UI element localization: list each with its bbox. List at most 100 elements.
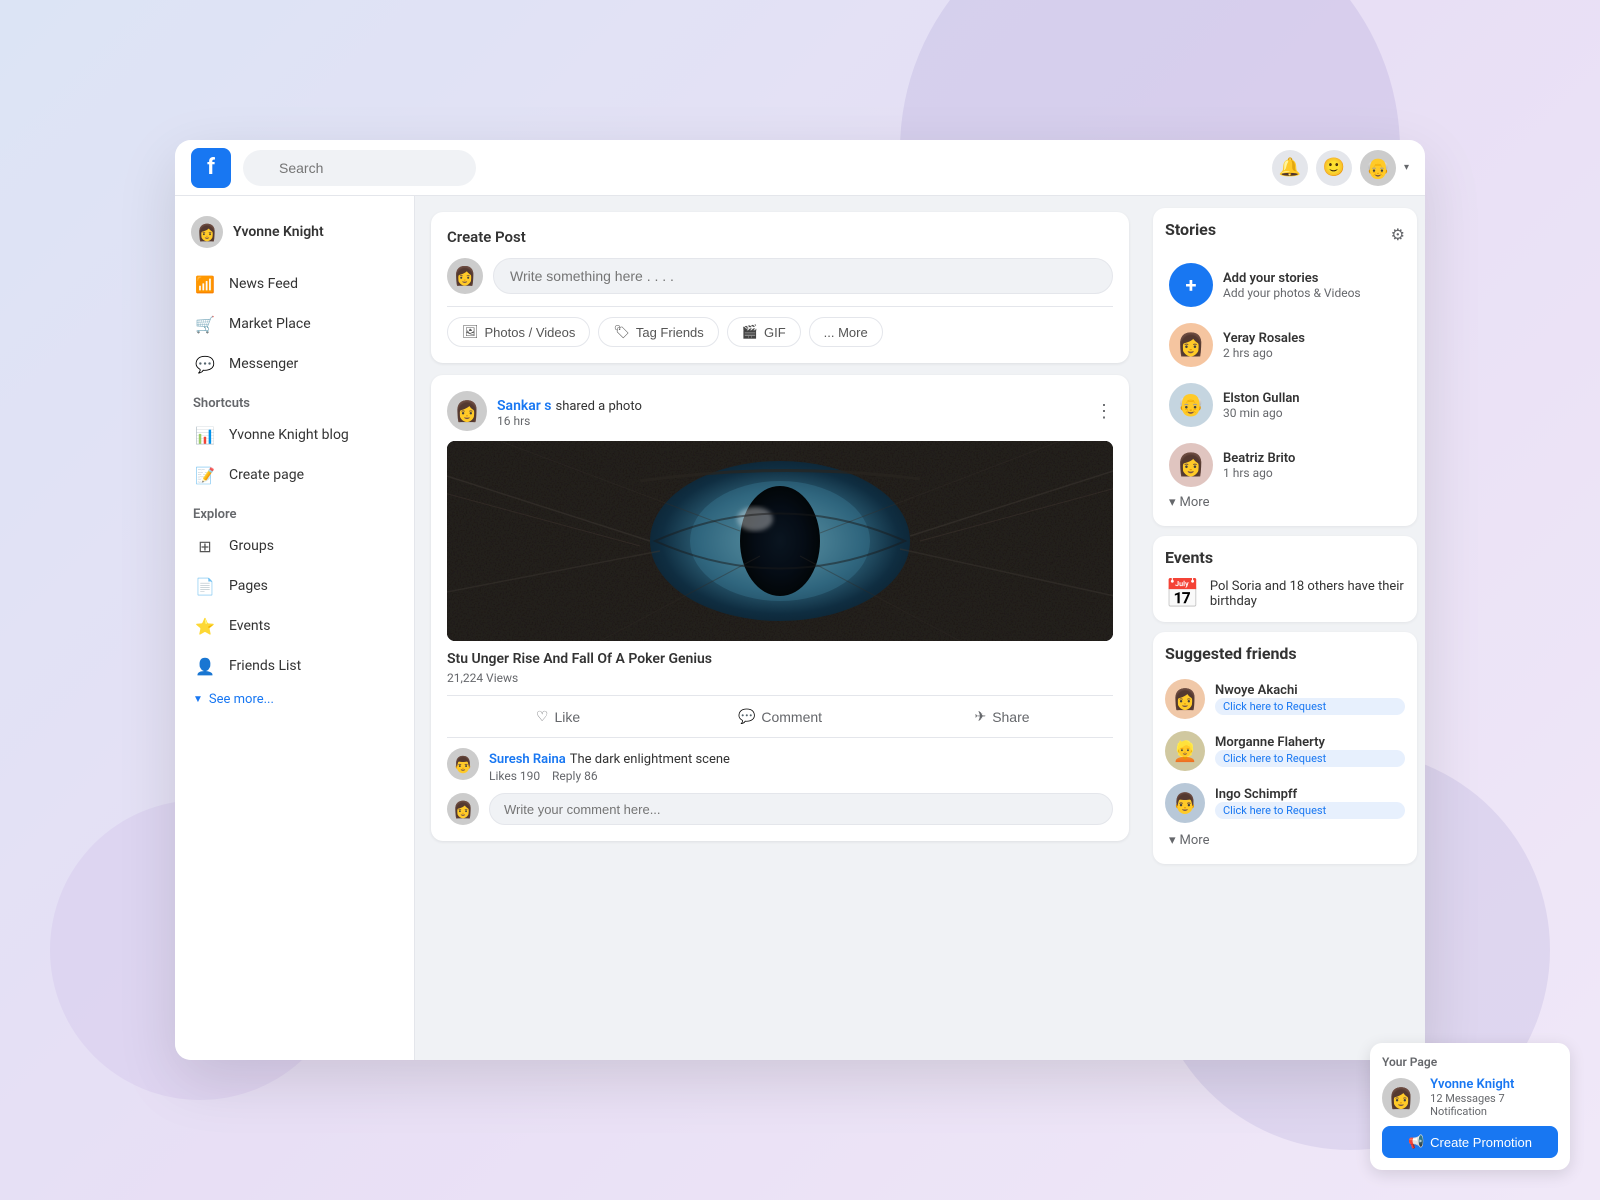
comment-author-avatar: 👨 xyxy=(447,748,479,780)
pages-icon: 📄 xyxy=(193,574,217,598)
stories-more-button[interactable]: ▾ More xyxy=(1165,491,1405,514)
sidebar-profile-avatar: 👩 xyxy=(191,216,223,248)
main-layout: 👩 Yvonne Knight 📶 News Feed 🛒 Market Pla… xyxy=(175,196,1425,1060)
friends-more-label: More xyxy=(1180,833,1210,848)
your-page-avatar: 👩 xyxy=(1382,1078,1420,1118)
story-avatar-1: 👴 xyxy=(1169,383,1213,427)
post-more-button[interactable]: ⋮ xyxy=(1095,401,1113,422)
friend-item-2: 👨 Ingo Schimpff Click here to Request xyxy=(1165,777,1405,829)
post-author-info: Sankar s shared a photo 16 hrs xyxy=(497,395,642,428)
friend-item-0: 👩 Nwoye Akachi Click here to Request xyxy=(1165,673,1405,725)
create-post-input[interactable] xyxy=(493,258,1113,294)
cart-icon: 🛒 xyxy=(193,312,217,336)
friend-name-1: Morganne Flaherty xyxy=(1215,735,1405,750)
search-wrapper: 🔍 xyxy=(243,150,583,186)
comment-likes: Likes 190 xyxy=(489,769,540,783)
app-container: f 🔍 🔔 🙂 👴 ▾ 👩 Yvonne Knight xyxy=(175,140,1425,1060)
stories-widget: Stories ⚙ + Add your stories Add your ph… xyxy=(1153,208,1417,526)
comment-author-name: Suresh Raina xyxy=(489,752,566,767)
gif-icon: 🎬 xyxy=(742,324,758,340)
story-info-2: Beatriz Brito 1 hrs ago xyxy=(1223,451,1295,480)
story-avatar-2: 👩 xyxy=(1169,443,1213,487)
add-story-item[interactable]: + Add your stories Add your photos & Vid… xyxy=(1165,259,1405,311)
sidebar-item-events[interactable]: ⭐ Events xyxy=(183,606,406,646)
story-time-2: 1 hrs ago xyxy=(1223,466,1295,480)
sidebar-label-events: Events xyxy=(229,618,270,634)
sidebar-label-friends-list: Friends List xyxy=(229,658,301,674)
story-item-2[interactable]: 👩 Beatriz Brito 1 hrs ago xyxy=(1165,439,1405,491)
story-time-1: 30 min ago xyxy=(1223,406,1300,420)
sidebar-item-messenger[interactable]: 💬 Messenger xyxy=(183,344,406,384)
sidebar-item-groups[interactable]: ⊞ Groups xyxy=(183,526,406,566)
sidebar-item-pages[interactable]: 📄 Pages xyxy=(183,566,406,606)
post-reactions: ♡ Like 💬 Comment ✈ Share xyxy=(447,695,1113,738)
sidebar-item-news-feed[interactable]: 📶 News Feed xyxy=(183,264,406,304)
post-title: Stu Unger Rise And Fall Of A Poker Geniu… xyxy=(447,651,1113,667)
feed: Create Post 👩 🖼 Photos / Videos 🏷 Tag Fr… xyxy=(415,196,1145,1060)
see-more-button[interactable]: ▼ See more... xyxy=(183,686,406,713)
comment-label: Comment xyxy=(761,709,822,725)
sidebar-label-marketplace: Market Place xyxy=(229,316,311,332)
stories-settings-button[interactable]: ⚙ xyxy=(1391,225,1405,245)
right-sidebar: Stories ⚙ + Add your stories Add your ph… xyxy=(1145,196,1425,1060)
friends-more-button[interactable]: ▾ More xyxy=(1165,829,1405,852)
friend-avatar-2: 👨 xyxy=(1165,783,1205,823)
your-page-widget: Your Page 👩 Yvonne Knight 12 Messages 7 … xyxy=(1370,1043,1570,1170)
friend-request-btn-1[interactable]: Click here to Request xyxy=(1215,750,1405,767)
person-icon: 👤 xyxy=(193,654,217,678)
create-post-avatar: 👩 xyxy=(447,258,483,294)
chat-icon: 💬 xyxy=(193,352,217,376)
comment-input[interactable] xyxy=(489,793,1113,825)
stories-widget-header: Stories ⚙ xyxy=(1165,220,1405,249)
promo-icon: 📢 xyxy=(1408,1134,1424,1150)
tag-friends-button[interactable]: 🏷 Tag Friends xyxy=(598,317,718,347)
sidebar-item-friends-list[interactable]: 👤 Friends List xyxy=(183,646,406,686)
like-button[interactable]: ♡ Like xyxy=(447,700,669,733)
post-actions: 🖼 Photos / Videos 🏷 Tag Friends 🎬 GIF ..… xyxy=(447,306,1113,347)
create-promo-label: Create Promotion xyxy=(1430,1135,1532,1150)
photos-icon: 🖼 xyxy=(462,324,479,340)
stories-more-label: More xyxy=(1180,495,1210,510)
gif-label: GIF xyxy=(764,325,786,340)
photos-videos-button[interactable]: 🖼 Photos / Videos xyxy=(447,317,590,347)
chart-icon: 📊 xyxy=(193,423,217,447)
sidebar-profile[interactable]: 👩 Yvonne Knight xyxy=(183,208,406,256)
create-promotion-button[interactable]: 📢 Create Promotion xyxy=(1382,1126,1558,1158)
notifications-button[interactable]: 🔔 xyxy=(1272,150,1308,186)
friend-request-btn-0[interactable]: Click here to Request xyxy=(1215,698,1405,715)
chevron-down-icon: ▼ xyxy=(193,694,203,705)
comment-button[interactable]: 💬 Comment xyxy=(669,700,891,733)
post-author-name: Sankar s shared a photo xyxy=(497,395,642,414)
comment-body: The dark enlightment scene xyxy=(570,752,730,767)
story-avatar-0: 👩 xyxy=(1169,323,1213,367)
story-info-0: Yeray Rosales 2 hrs ago xyxy=(1223,331,1305,360)
user-dropdown-arrow[interactable]: ▾ xyxy=(1404,162,1409,173)
gif-button[interactable]: 🎬 GIF xyxy=(727,317,801,347)
story-item-0[interactable]: 👩 Yeray Rosales 2 hrs ago xyxy=(1165,319,1405,371)
story-item-1[interactable]: 👴 Elston Gullan 30 min ago xyxy=(1165,379,1405,431)
groups-icon: ⊞ xyxy=(193,534,217,558)
add-story-info: Add your stories Add your photos & Video… xyxy=(1223,271,1361,300)
messenger-button[interactable]: 🙂 xyxy=(1316,150,1352,186)
sidebar-item-marketplace[interactable]: 🛒 Market Place xyxy=(183,304,406,344)
sidebar-item-blog[interactable]: 📊 Yvonne Knight blog xyxy=(183,415,406,455)
add-story-icon: + xyxy=(1169,263,1213,307)
friend-name-0: Nwoye Akachi xyxy=(1215,683,1405,698)
more-label: ... More xyxy=(824,325,868,340)
chevron-down-stories-icon: ▾ xyxy=(1169,495,1176,510)
sidebar-item-create-page[interactable]: 📝 Create page xyxy=(183,455,406,495)
user-avatar-nav: 👴 xyxy=(1360,150,1396,186)
friend-request-btn-2[interactable]: Click here to Request xyxy=(1215,802,1405,819)
search-input[interactable] xyxy=(243,150,476,186)
post-time: 16 hrs xyxy=(497,414,642,428)
your-page-header: 👩 Yvonne Knight 12 Messages 7 Notificati… xyxy=(1382,1077,1558,1118)
friend-item-1: 👱 Morganne Flaherty Click here to Reques… xyxy=(1165,725,1405,777)
explore-title: Explore xyxy=(183,495,406,526)
star-icon: ⭐ xyxy=(193,614,217,638)
wolf-eye-visual xyxy=(447,441,1113,641)
events-content: 📅 Pol Soria and 18 others have their bir… xyxy=(1165,577,1405,610)
more-button[interactable]: ... More xyxy=(809,317,883,347)
share-button[interactable]: ✈ Share xyxy=(891,700,1113,733)
your-page-name: Yvonne Knight xyxy=(1430,1077,1558,1092)
friend-info-2: Ingo Schimpff Click here to Request xyxy=(1215,787,1405,819)
